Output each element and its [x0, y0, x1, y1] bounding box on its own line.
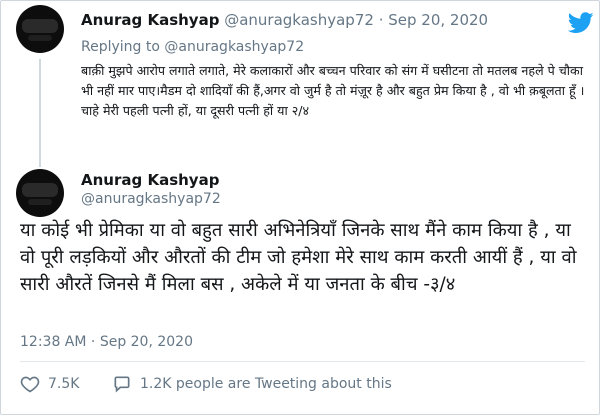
- author-handle[interactable]: @anuragkashyap72: [224, 11, 374, 29]
- tweet2-text: या कोई भी प्रेमिका या वो बहुत सारी अभिने…: [20, 220, 577, 295]
- heart-icon: [20, 376, 40, 393]
- tweeting-about-text: 1.2K people are Tweeting about this: [140, 376, 392, 392]
- thread-connector-line: [39, 59, 41, 167]
- twitter-bird-icon[interactable]: [568, 12, 594, 34]
- tweet-date: Sep 20, 2020: [99, 334, 193, 350]
- avatar[interactable]: [16, 5, 64, 53]
- embedded-tweet-thread: Anurag Kashyap @anuragkashyap72 · Sep 20…: [0, 0, 600, 415]
- tweet1-text: बाक़ी मुझपे आरोप लगाते लगाते, मेरे कलाका…: [81, 63, 585, 118]
- meta-separator: ·: [378, 11, 384, 29]
- tweet1-header: Anurag Kashyap @anuragkashyap72 · Sep 20…: [81, 11, 488, 29]
- like-count: 7.5K: [48, 376, 80, 392]
- avatar[interactable]: [16, 169, 64, 217]
- replying-to-label: Replying to: [81, 39, 160, 55]
- like-button[interactable]: 7.5K: [20, 374, 79, 394]
- tweet-time: 12:38 AM: [20, 334, 87, 350]
- divider: [20, 361, 585, 362]
- replying-to: Replying to @anuragkashyap72: [81, 39, 304, 55]
- meta-separator: ·: [90, 334, 96, 350]
- author-handle[interactable]: @anuragkashyap72: [81, 191, 221, 207]
- author-name[interactable]: Anurag Kashyap: [81, 171, 219, 189]
- tweeting-about-link[interactable]: 1.2K people are Tweeting about this: [112, 374, 392, 394]
- tweet-timestamp[interactable]: 12:38 AM · Sep 20, 2020: [20, 334, 193, 350]
- replying-to-handle[interactable]: @anuragkashyap72: [164, 39, 304, 55]
- tweet-date[interactable]: Sep 20, 2020: [388, 11, 488, 29]
- author-name[interactable]: Anurag Kashyap: [81, 11, 219, 29]
- speech-bubble-icon: [114, 376, 130, 393]
